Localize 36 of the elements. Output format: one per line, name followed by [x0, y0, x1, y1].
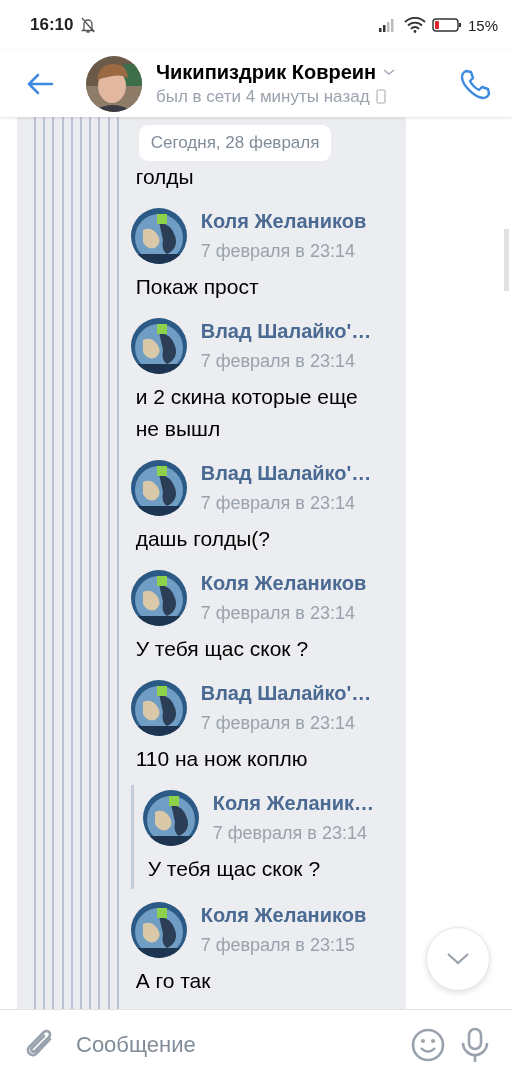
- message-text: Покаж прост: [134, 274, 260, 300]
- last-seen-status: был в сети 4 минуты назад: [156, 86, 370, 107]
- author-name[interactable]: Влад Шалайко'…: [200, 320, 372, 343]
- message-input-field[interactable]: Сообщение: [72, 1026, 396, 1064]
- phone-device-icon: [375, 89, 386, 104]
- message-time: 7 февраля в 23:14: [212, 823, 368, 844]
- message-text: У тебя щас скок ?: [134, 636, 310, 662]
- author-name[interactable]: Влад Шалайко'…: [200, 462, 372, 485]
- author-name[interactable]: Коля Желаник…: [212, 792, 374, 815]
- message-time: 7 февраля в 23:14: [200, 493, 356, 514]
- message-time: 7 февраля в 23:15: [200, 935, 356, 956]
- message-time: 7 февраля в 23:14: [200, 241, 356, 262]
- author-name[interactable]: Коля Желаников: [200, 904, 367, 927]
- author-name[interactable]: Влад Шалайко'…: [200, 682, 372, 705]
- message-time: 7 февраля в 23:14: [200, 603, 356, 624]
- battery-icon: [431, 18, 462, 32]
- message-text: голды: [134, 164, 195, 190]
- author-name[interactable]: Коля Желаников: [200, 210, 367, 233]
- author-name[interactable]: Коля Желаников: [200, 572, 367, 595]
- date-label: Сегодня, 28 февраля: [138, 125, 332, 161]
- chevron-down-icon[interactable]: [382, 67, 397, 77]
- message-text: и 2 скина которые еще не вышл: [134, 384, 359, 442]
- message-text: У тебя щас скок ?: [146, 856, 322, 882]
- contact-name[interactable]: Чикипиздрик Ковреин: [156, 60, 377, 84]
- message-text: 110 на нож коплю: [134, 746, 309, 772]
- battery-percent: 15%: [467, 16, 498, 34]
- chevron-down-icon: [445, 951, 471, 967]
- clock-time: 16:10: [30, 15, 74, 35]
- message-time: 7 февраля в 23:14: [200, 713, 356, 734]
- wifi-icon: [403, 17, 426, 33]
- emoji-icon[interactable]: [410, 1027, 446, 1063]
- message-time: 7 февраля в 23:14: [200, 351, 356, 372]
- message-text: дашь голды(?: [134, 526, 271, 552]
- message-text: А го так: [134, 968, 212, 994]
- microphone-icon[interactable]: [460, 1027, 490, 1063]
- back-arrow-icon[interactable]: [26, 71, 54, 96]
